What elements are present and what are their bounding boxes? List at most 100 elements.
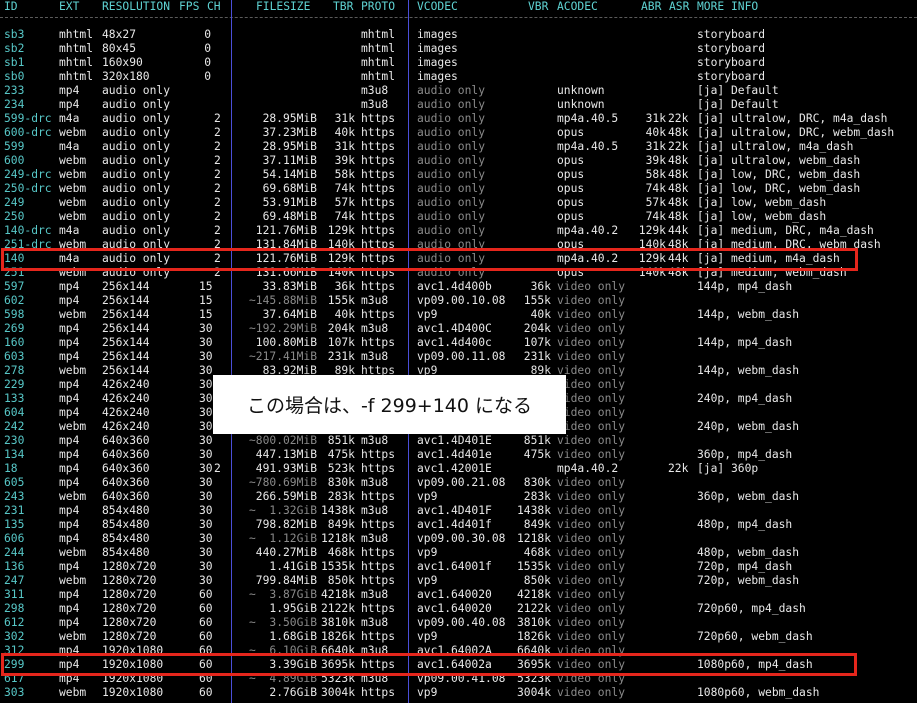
cell-res: 1280x720 xyxy=(102,616,157,629)
table-row[interactable]: 249-drc webm audio only 2 54.14MiB 58k https au… xyxy=(0,168,917,182)
table-row[interactable]: 140-drc m4a audio only 2 121.76MiB 129k https a… xyxy=(0,224,917,238)
cell-ac: video only xyxy=(557,616,626,629)
table-row[interactable]: 600 webm audio only 2 37.11MiB 39k https audio … xyxy=(0,154,917,168)
table-row[interactable]: 233 mp4 audio only m3u8 audio only unknown [ja… xyxy=(0,84,917,98)
cell-vbr: 40k xyxy=(530,308,551,321)
cell-abr: 31k xyxy=(645,140,666,153)
cell-vbr: 283k xyxy=(523,490,551,503)
table-row[interactable]: 599-drc m4a audio only 2 28.95MiB 31k https aud… xyxy=(0,112,917,126)
table-row[interactable]: 136 mp4 1280x720 30 1.41GiB 1535k https avc1.64… xyxy=(0,560,917,574)
table-row[interactable]: 602 mp4 256x144 15 ~145.88MiB 155k m3u8 vp09.00… xyxy=(0,294,917,308)
cell-vc: vp9 xyxy=(417,686,438,699)
table-row[interactable]: 605 mp4 640x360 30 ~780.69MiB 830k m3u8 vp09.00… xyxy=(0,476,917,490)
table-row[interactable]: 135 mp4 854x480 30 798.82MiB 849k https avc1.4d… xyxy=(0,518,917,532)
cell-proto: mhtml xyxy=(361,70,396,83)
cell-proto: https xyxy=(361,154,396,167)
table-row[interactable]: 298 mp4 1280x720 60 1.95GiB 2122k https avc1.64… xyxy=(0,602,917,616)
cell-res: audio only xyxy=(102,224,171,237)
cell-proto: https xyxy=(361,210,396,223)
cell-more: [ja] low, webm_dash xyxy=(697,196,827,209)
cell-ch: 2 xyxy=(214,196,221,209)
cell-fps: 30 xyxy=(199,504,213,517)
table-row[interactable]: 269 mp4 256x144 30 ~192.29MiB 204k m3u8 avc1.4D… xyxy=(0,322,917,336)
cell-vc: vp09.00.30.08 xyxy=(417,532,506,545)
table-row[interactable]: 243 webm 640x360 30 266.59MiB 283k https vp9 283… xyxy=(0,490,917,504)
cell-more: [ja] low, DRC, webm_dash xyxy=(697,168,861,181)
cell-fs: 440.27MiB xyxy=(255,546,317,559)
table-row[interactable]: 250-drc webm audio only 2 69.68MiB 74k https au… xyxy=(0,182,917,196)
cell-id: 303 xyxy=(4,686,25,699)
cell-tbr: 107k xyxy=(327,336,355,349)
table-row[interactable]: 231 mp4 854x480 30 ~ 1.32GiB 1438k m3u8 avc1.4D… xyxy=(0,504,917,518)
cell-ext: webm xyxy=(59,364,87,377)
table-row[interactable]: 603 mp4 256x144 30 ~217.41MiB 231k m3u8 vp09.00… xyxy=(0,350,917,364)
cell-more: [ja] ultralow, webm_dash xyxy=(697,154,861,167)
cell-proto: mhtml xyxy=(361,28,396,41)
table-row[interactable]: 599 m4a audio only 2 28.95MiB 31k https audio o… xyxy=(0,140,917,154)
cell-more: 720p, webm_dash xyxy=(697,574,800,587)
cell-tbr: 31k xyxy=(334,112,355,125)
cell-id: sb0 xyxy=(4,70,25,83)
cell-ac: mp4a.40.2 xyxy=(557,224,619,237)
table-row[interactable]: 230 mp4 640x360 30 ~800.02MiB 851k m3u8 avc1.4D… xyxy=(0,434,917,448)
cell-proto: m3u8 xyxy=(361,350,389,363)
cell-id: 249 xyxy=(4,196,25,209)
cell-res: 426x240 xyxy=(102,406,150,419)
cell-proto: https xyxy=(361,518,396,531)
cell-fps: 30 xyxy=(199,406,213,419)
cell-ac: video only xyxy=(557,490,626,503)
table-row[interactable]: 597 mp4 256x144 15 33.83MiB 36k https avc1.4d40… xyxy=(0,280,917,294)
table-row[interactable]: 302 webm 1280x720 60 1.68GiB 1826k https vp9 182… xyxy=(0,630,917,644)
cell-id: 269 xyxy=(4,322,25,335)
table-row[interactable]: 244 webm 854x480 30 440.27MiB 468k https vp9 468… xyxy=(0,546,917,560)
table-row[interactable]: 250 webm audio only 2 69.48MiB 74k https audio … xyxy=(0,210,917,224)
table-row[interactable]: sb2 mhtml 80x45 0 mhtml images storyboard xyxy=(0,42,917,56)
table-row[interactable]: sb1 mhtml 160x90 0 mhtml images storyboard xyxy=(0,56,917,70)
cell-fps: 30 xyxy=(199,532,213,545)
table-row[interactable]: sb3 mhtml 48x27 0 mhtml images storyboard xyxy=(0,28,917,42)
cell-vc: vp9 xyxy=(417,574,438,587)
table-row[interactable]: 311 mp4 1280x720 60 ~ 3.87GiB 4218k m3u8 avc1.6… xyxy=(0,588,917,602)
table-row[interactable]: 303 webm 1920x1080 60 2.76GiB 3004k https vp9 30… xyxy=(0,686,917,700)
table-row[interactable]: 612 mp4 1280x720 60 ~ 3.50GiB 3810k m3u8 vp09.0… xyxy=(0,616,917,630)
cell-id: sb2 xyxy=(4,42,25,55)
table-row[interactable]: 134 mp4 640x360 30 447.13MiB 475k https avc1.4d… xyxy=(0,448,917,462)
table-row[interactable]: 249 webm audio only 2 53.91MiB 57k https audio … xyxy=(0,196,917,210)
cell-fs: 798.82MiB xyxy=(255,518,317,531)
cell-vc: avc1.4D401E xyxy=(417,434,492,447)
cell-res: 1280x720 xyxy=(102,574,157,587)
cell-ch: 2 xyxy=(214,168,221,181)
cell-vbr: 3810k xyxy=(516,616,551,629)
cell-more: 480p, webm_dash xyxy=(697,546,800,559)
cell-proto: https xyxy=(361,196,396,209)
cell-ac: video only xyxy=(557,364,626,377)
cell-vc: images xyxy=(417,42,458,55)
cell-tbr: 74k xyxy=(334,210,355,223)
cell-asr: 22k xyxy=(668,112,689,125)
cell-vc: avc1.42001E xyxy=(417,462,492,475)
cell-more: 360p, mp4_dash xyxy=(697,448,793,461)
cell-vc: vp9 xyxy=(417,546,438,559)
cell-fs: 33.83MiB xyxy=(262,280,317,293)
cell-more: 144p, mp4_dash xyxy=(697,280,793,293)
cell-fs: ~ 3.87GiB xyxy=(248,588,317,601)
cell-proto: m3u8 xyxy=(361,294,389,307)
table-row[interactable]: 234 mp4 audio only m3u8 audio only unknown [ja… xyxy=(0,98,917,112)
table-row[interactable]: sb0 mhtml 320x180 0 mhtml images storyboard xyxy=(0,70,917,84)
table-row[interactable]: 160 mp4 256x144 30 100.80MiB 107k https avc1.4d… xyxy=(0,336,917,350)
cell-ext: webm xyxy=(59,182,87,195)
cell-res: 854x480 xyxy=(102,518,150,531)
cell-more: [ja] ultralow, DRC, webm_dash xyxy=(697,126,895,139)
table-row[interactable]: 247 webm 1280x720 30 799.84MiB 850k https vp9 85… xyxy=(0,574,917,588)
table-row[interactable]: 598 webm 256x144 15 37.64MiB 40k https vp9 40k vi… xyxy=(0,308,917,322)
cell-ext: mhtml xyxy=(59,70,94,83)
header-abr: ABR xyxy=(641,0,662,13)
table-row[interactable]: 18 mp4 640x360 30 2 491.93MiB 523k https avc1.42… xyxy=(0,462,917,476)
table-row[interactable]: 600-drc webm audio only 2 37.23MiB 40k https au… xyxy=(0,126,917,140)
table-row[interactable]: 606 mp4 854x480 30 ~ 1.12GiB 1218k m3u8 vp09.00… xyxy=(0,532,917,546)
cell-vc: audio only xyxy=(417,182,486,195)
cell-res: 256x144 xyxy=(102,336,150,349)
cell-vc: audio only xyxy=(417,196,486,209)
cell-id: 244 xyxy=(4,546,25,559)
cell-vc: vp09.00.10.08 xyxy=(417,294,506,307)
